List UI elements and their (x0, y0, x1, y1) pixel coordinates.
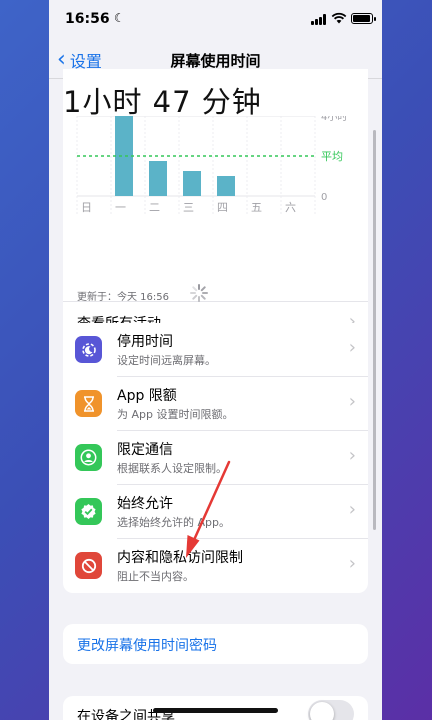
chevron-right-icon: › (348, 499, 356, 520)
chart-bar (217, 176, 235, 196)
checkmark-badge-icon (75, 498, 102, 525)
chart-xtick-label: 三 (183, 201, 194, 214)
wifi-icon (331, 12, 347, 24)
downtime-title: 停用时间 (117, 334, 173, 350)
chart-xtick-label: 五 (251, 201, 262, 214)
updated-timestamp: 更新于：今天 16:56 (77, 292, 169, 303)
downtime-row[interactable]: 停用时间 设定时间远离屏幕。 › (63, 323, 368, 377)
always-allowed-subtitle: 选择始终允许的 App。 (117, 516, 230, 529)
communication-limits-subtitle: 根据联系人设定限制。 (117, 462, 227, 475)
toggle-knob (310, 702, 334, 720)
communication-limits-title: 限定通信 (117, 442, 173, 458)
downtime-subtitle: 设定时间远离屏幕。 (117, 354, 216, 367)
chevron-right-icon: › (348, 391, 356, 412)
communication-limits-row[interactable]: 限定通信 根据联系人设定限制。 › (63, 431, 368, 485)
chart-xtick-label: 二 (149, 201, 160, 214)
chevron-right-icon: › (348, 337, 356, 358)
chart-ytick-label: 0 (321, 192, 327, 203)
content-privacy-subtitle: 阻止不当内容。 (117, 570, 194, 583)
change-passcode-row[interactable]: 更改屏幕使用时间密码 (63, 624, 368, 664)
chevron-right-icon: › (348, 553, 356, 574)
app-limits-row[interactable]: App 限额 为 App 设置时间限额。 › (63, 377, 368, 431)
chevron-right-icon: › (348, 445, 356, 466)
always-allowed-row[interactable]: 始终允许 选择始终允许的 App。 › (63, 485, 368, 539)
change-passcode-label: 更改屏幕使用时间密码 (77, 638, 217, 654)
share-across-devices-toggle[interactable] (308, 700, 354, 720)
always-allowed-title: 始终允许 (117, 496, 173, 512)
app-limits-subtitle: 为 App 设置时间限额。 (117, 408, 234, 421)
screen-time-settings-list: 停用时间 设定时间远离屏幕。 › App 限额 为 App 设置时间限额。 › … (63, 323, 368, 593)
chart-bar (149, 161, 167, 196)
usage-bar-chart: 平均 4小时 0 日 一 二 三 四 五 六 (76, 111, 347, 214)
chart-xtick-label: 一 (115, 201, 126, 214)
scroll-indicator[interactable] (373, 130, 376, 530)
chart-xtick-label: 日 (81, 201, 92, 214)
battery-icon (351, 13, 376, 24)
chart-bar (115, 116, 133, 196)
loading-spinner-icon (190, 284, 208, 302)
hourglass-icon (75, 390, 102, 417)
status-time: 16:56 (65, 11, 110, 27)
home-indicator[interactable] (153, 708, 278, 713)
content-privacy-title: 内容和隐私访问限制 (117, 550, 243, 566)
chart-average-label: 平均 (321, 150, 343, 163)
contact-icon (75, 444, 102, 471)
downtime-icon (75, 336, 102, 363)
focus-moon-icon: ☾ (114, 11, 125, 25)
restriction-icon (75, 552, 102, 579)
total-screen-time: 1小时 47 分钟 (63, 85, 262, 119)
page-title: 屏幕使用时间 (170, 52, 261, 70)
app-limits-title: App 限额 (117, 388, 177, 404)
status-bar: 16:56 ☾ (49, 0, 382, 40)
chart-bar (183, 171, 201, 196)
phone-screen: 16:56 ☾ ‹ 设置 屏幕使用时间 平均4小时0日一二三四五六 查看所有活动… (49, 0, 382, 720)
content-privacy-restrictions-row[interactable]: 内容和隐私访问限制 阻止不当内容。 › (63, 539, 368, 593)
chart-xtick-label: 四 (217, 201, 228, 214)
chart-xtick-label: 六 (285, 201, 296, 214)
cellular-signal-icon (311, 14, 327, 25)
chart-ytick-label: 4小时 (321, 116, 347, 123)
usage-chart[interactable]: 平均 4小时 0 日 一 二 三 四 五 六 (63, 111, 368, 301)
